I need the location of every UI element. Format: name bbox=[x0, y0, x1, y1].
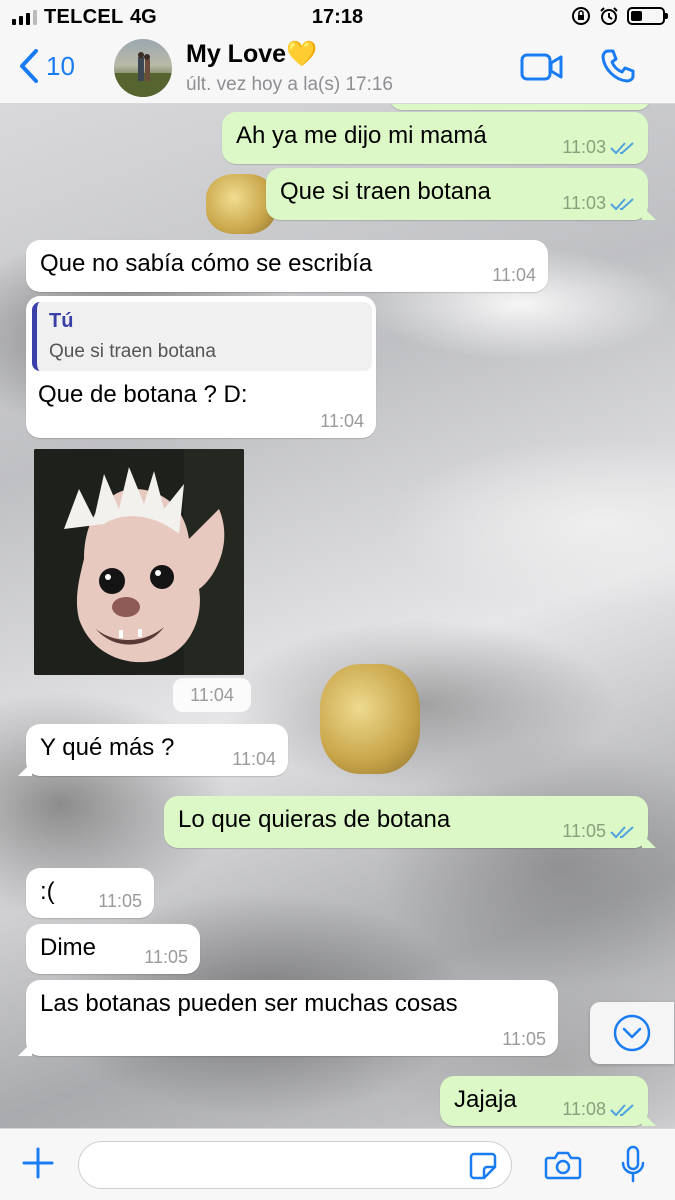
avatar[interactable] bbox=[114, 39, 172, 97]
read-receipt-icon bbox=[610, 197, 634, 210]
quoted-author: Tú bbox=[49, 310, 74, 332]
message-bubble-incoming[interactable]: Dime 11:05 bbox=[26, 924, 200, 974]
composer-bar bbox=[0, 1128, 675, 1200]
message-bubble-outgoing[interactable]: Jajaja 11:08 bbox=[440, 1076, 656, 1126]
read-receipt-icon bbox=[610, 825, 634, 838]
sticker-icon[interactable] bbox=[468, 1151, 498, 1181]
message-text: Dime bbox=[40, 934, 97, 961]
message-time: 11:05 bbox=[144, 947, 188, 967]
back-button[interactable]: 10 bbox=[18, 48, 75, 84]
quoted-text: Que si traen botana bbox=[49, 341, 216, 362]
message-time: 11:04 bbox=[232, 749, 276, 769]
camera-icon[interactable] bbox=[544, 1149, 582, 1181]
message-bubble-outgoing[interactable]: Lo que quieras de botana 11:05 bbox=[164, 796, 656, 848]
message-text: Que si traen botana bbox=[280, 178, 491, 205]
message-text: Ah ya me dijo mi mamá bbox=[236, 122, 487, 149]
message-time: 11:04 bbox=[320, 411, 364, 431]
message-bubble-incoming[interactable]: Que no sabía cómo se escribía 11:04 bbox=[26, 240, 548, 292]
contact-name[interactable]: My Love💛 bbox=[186, 40, 317, 69]
scroll-down-icon bbox=[613, 1014, 651, 1052]
message-text: Que de botana ? D: bbox=[38, 381, 248, 408]
message-time: 11:08 bbox=[562, 1099, 606, 1119]
read-receipt-icon bbox=[610, 1103, 634, 1116]
message-bubble-incoming[interactable]: Y qué más ? 11:04 bbox=[18, 724, 288, 776]
unread-count: 10 bbox=[46, 50, 75, 81]
last-seen-status: últ. vez hoy a la(s) 17:16 bbox=[186, 74, 393, 95]
message-bubble-incoming-reply[interactable]: Tú Que si traen botana Que de botana ? D… bbox=[26, 296, 376, 438]
message-text: :( bbox=[40, 878, 55, 905]
plus-icon[interactable] bbox=[20, 1145, 56, 1181]
message-text: Jajaja bbox=[454, 1086, 517, 1113]
video-call-icon[interactable] bbox=[520, 52, 564, 82]
message-bubble-incoming[interactable]: Las botanas pueden ser muchas cosas 11:0… bbox=[18, 980, 558, 1056]
alarm-icon bbox=[600, 7, 618, 25]
message-time: 11:03 bbox=[562, 193, 606, 213]
message-time: 11:05 bbox=[98, 891, 142, 911]
message-text: Las botanas pueden ser muchas cosas bbox=[40, 990, 458, 1017]
message-bubble-partial bbox=[390, 104, 650, 110]
message-bubble-incoming[interactable]: :( 11:05 bbox=[26, 868, 154, 918]
scroll-to-bottom-button[interactable] bbox=[590, 1002, 674, 1064]
chat-header: 10 My Love💛 últ. vez hoy a la(s) 17:16 bbox=[0, 34, 675, 104]
background-gold-blob bbox=[320, 664, 420, 774]
read-receipt-icon bbox=[610, 141, 634, 154]
message-time: 11:05 bbox=[562, 821, 606, 841]
message-bubble-outgoing[interactable]: Ah ya me dijo mi mamá 11:03 bbox=[222, 112, 648, 164]
phone-icon[interactable] bbox=[600, 48, 636, 84]
back-chevron-icon bbox=[20, 49, 38, 83]
message-time: 11:05 bbox=[502, 1029, 546, 1049]
message-time: 11:04 bbox=[492, 265, 536, 285]
status-bar: TELCEL 4G 17:18 bbox=[0, 0, 675, 34]
message-input[interactable] bbox=[78, 1141, 512, 1189]
quoted-message[interactable]: Tú Que si traen botana bbox=[32, 302, 372, 371]
chat-area[interactable]: Ah ya me dijo mi mamá 11:03 Que si traen… bbox=[0, 104, 675, 1128]
image-time: 11:04 bbox=[173, 678, 251, 712]
image-message[interactable] bbox=[34, 449, 244, 675]
lock-rotation-icon bbox=[572, 7, 590, 25]
message-time: 11:03 bbox=[562, 137, 606, 157]
battery-icon bbox=[627, 7, 668, 25]
message-bubble-outgoing[interactable]: Que si traen botana 11:03 bbox=[266, 168, 656, 220]
mic-icon[interactable] bbox=[620, 1145, 646, 1185]
message-text: Que no sabía cómo se escribía bbox=[40, 250, 373, 277]
message-text: Y qué más ? bbox=[40, 734, 175, 761]
message-text: Lo que quieras de botana bbox=[178, 806, 451, 833]
